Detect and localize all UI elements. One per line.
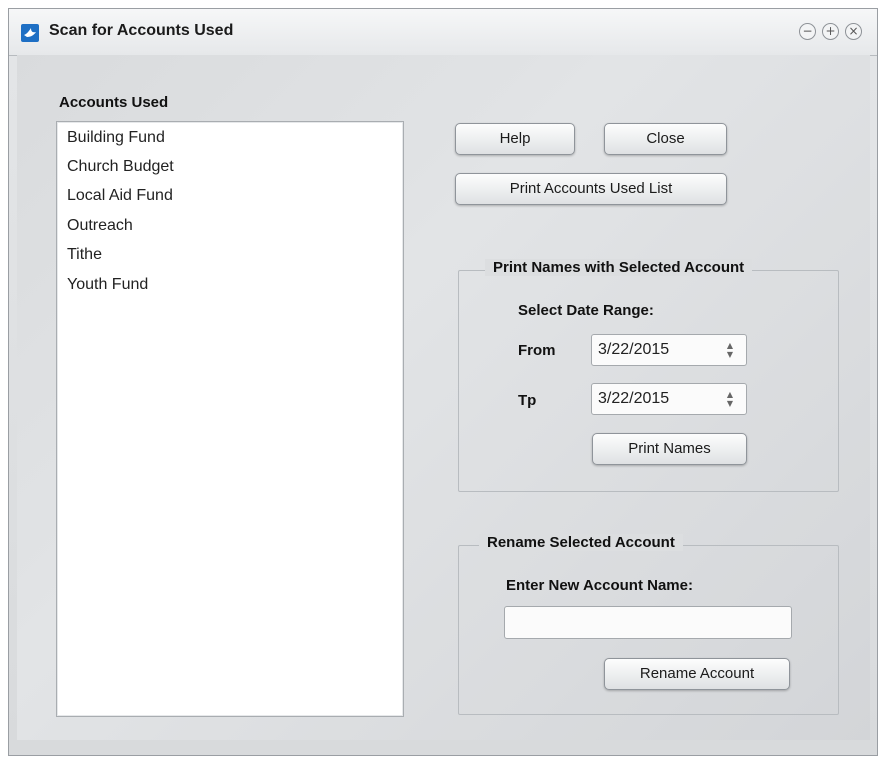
print-names-group-title: Print Names with Selected Account [485,259,753,276]
list-item-church-budget[interactable]: Church Budget [67,158,174,176]
to-date-spinner[interactable]: 3/22/2015 ▲ ▼ [591,383,747,415]
list-item-youth-fund[interactable]: Youth Fund [67,276,148,294]
title-bar[interactable]: Scan for Accounts Used − + × [9,9,877,56]
list-item-outreach[interactable]: Outreach [67,217,133,235]
help-button[interactable]: Help [455,123,575,155]
close-button[interactable]: Close [604,123,727,155]
rename-account-group-title: Rename Selected Account [479,534,683,551]
accounts-list[interactable]: Building Fund Church Budget Local Aid Fu… [56,121,404,717]
accounts-used-heading: Accounts Used [59,94,169,111]
rename-account-button[interactable]: Rename Account [604,658,790,690]
scan-accounts-window: Scan for Accounts Used − + × Accounts Us… [8,8,878,756]
minimize-icon[interactable]: − [799,23,816,40]
list-item-tithe[interactable]: Tithe [67,246,102,264]
to-date-value: 3/22/2015 [598,390,670,407]
from-label: From [518,342,556,359]
spinner-arrows-icon[interactable]: ▲ ▼ [724,390,736,410]
select-date-range-label: Select Date Range: [518,302,654,319]
to-label: Tp [518,392,537,409]
close-icon[interactable]: × [845,23,862,40]
enter-new-account-name-label: Enter New Account Name: [506,577,693,594]
list-item-local-aid-fund[interactable]: Local Aid Fund [67,187,173,205]
print-names-button[interactable]: Print Names [592,433,747,465]
spinner-arrows-icon[interactable]: ▲ ▼ [724,341,736,361]
new-account-name-input[interactable] [504,606,792,639]
dove-icon [21,24,39,42]
list-item-building-fund[interactable]: Building Fund [67,129,165,147]
window-title: Scan for Accounts Used [49,22,234,39]
from-date-spinner[interactable]: 3/22/2015 ▲ ▼ [591,334,747,366]
maximize-icon[interactable]: + [822,23,839,40]
from-date-value: 3/22/2015 [598,341,670,358]
print-accounts-used-list-button[interactable]: Print Accounts Used List [455,173,727,205]
